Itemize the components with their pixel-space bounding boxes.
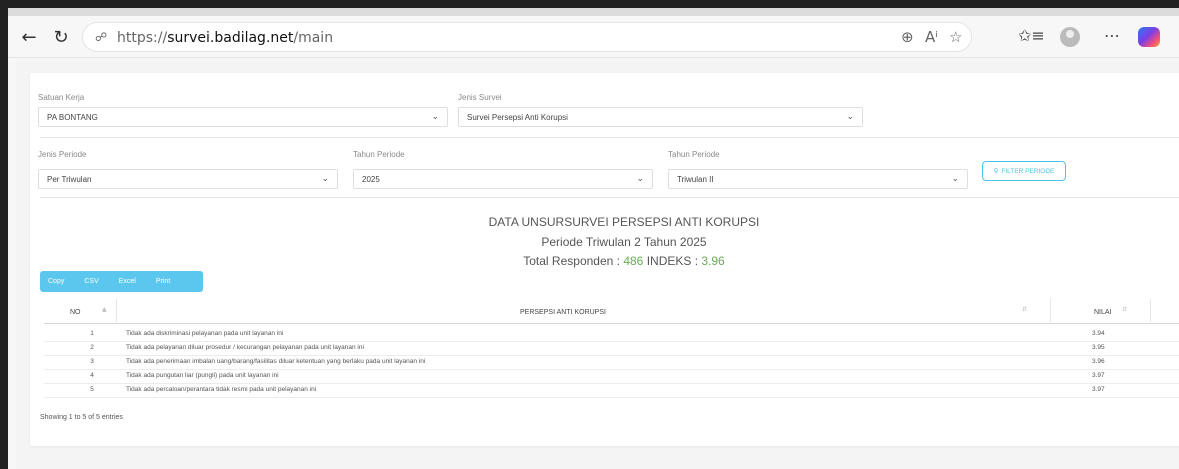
divider xyxy=(40,197,1179,198)
report-subtitle: Periode Triwulan 2 Tahun 2025 xyxy=(541,235,707,249)
indeks-label: INDEKS : xyxy=(643,254,702,268)
row-divider xyxy=(44,369,1179,370)
row-nilai: 3.97 xyxy=(1092,372,1105,379)
column-header-no[interactable]: NO xyxy=(70,309,81,331)
copilot-icon[interactable] xyxy=(1138,27,1160,47)
chevron-down-icon: ⌄ xyxy=(431,112,439,122)
report-summary: Total Responden : 486 INDEKS : 3.96 xyxy=(30,254,1179,268)
jenis-periode-value: Per Triwulan xyxy=(47,175,92,184)
row-text: Tidak ada pungutan liar (pungli) pada un… xyxy=(126,372,279,379)
tahun-periode-value: 2025 xyxy=(362,175,380,184)
divider xyxy=(40,137,1179,138)
table-row: 1 Tidak ada diskriminasi pelayanan pada … xyxy=(44,330,1179,341)
excel-button[interactable]: Excel xyxy=(119,278,136,285)
tahun-periode-select[interactable]: 2025 ⌄ xyxy=(353,169,653,189)
periode-value: Triwulan II xyxy=(677,175,714,184)
export-button-group: Copy CSV Excel Print xyxy=(40,271,203,292)
back-arrow-icon[interactable]: ← xyxy=(18,26,40,48)
sort-icon: ⇵ xyxy=(1122,306,1128,313)
row-no: 3 xyxy=(90,358,94,365)
print-button[interactable]: Print xyxy=(156,278,170,285)
table-row: 2 Tidak ada pelayanan diluar prosedur / … xyxy=(44,344,1179,355)
jenis-survei-value: Survei Persepsi Anti Korupsi xyxy=(467,113,568,122)
row-divider xyxy=(44,341,1179,342)
row-nilai: 3.94 xyxy=(1092,330,1105,337)
report-title: DATA UNSURSURVEI PERSEPSI ANTI KORUPSI xyxy=(488,215,760,229)
jenis-survei-select[interactable]: Survei Persepsi Anti Korupsi ⌄ xyxy=(458,107,863,127)
refresh-icon[interactable]: ↻ xyxy=(50,26,72,48)
profile-avatar-icon[interactable] xyxy=(1060,27,1080,47)
row-no: 4 xyxy=(90,372,94,379)
sort-asc-icon: ▲ xyxy=(102,306,107,313)
chevron-down-icon: ⌄ xyxy=(321,174,329,184)
satuan-kerja-label: Satuan Kerja xyxy=(38,93,85,102)
row-text: Tidak ada diskriminasi pelayanan pada un… xyxy=(126,330,284,337)
row-nilai: 3.97 xyxy=(1092,386,1105,393)
jenis-survei-label: Jenis Survei xyxy=(458,93,502,102)
tab-strip xyxy=(8,8,1179,16)
row-divider xyxy=(44,355,1179,356)
survey-card: Satuan Kerja PA BONTANG ⌄ Jenis Survei S… xyxy=(30,73,1179,446)
column-separator xyxy=(1050,299,1051,322)
favorite-star-icon[interactable]: ☆ xyxy=(949,28,962,46)
row-no: 2 xyxy=(90,344,94,351)
row-text: Tidak ada percaloan/perantara tidak resm… xyxy=(126,386,317,393)
row-nilai: 3.96 xyxy=(1092,358,1105,365)
address-bar[interactable]: ☍ https://survei.badilag.net/main ⊕ Aⁱ ☆ xyxy=(82,22,972,52)
column-header-persepsi[interactable]: PERSEPSI ANTI KORUPSI xyxy=(520,309,606,331)
periode-label: Tahun Periode xyxy=(668,150,720,159)
page-info-icon[interactable]: ☍ xyxy=(95,30,109,44)
copy-button[interactable]: Copy xyxy=(48,278,64,285)
url-text[interactable]: https://survei.badilag.net/main xyxy=(117,30,333,46)
table-row: 5 Tidak ada percaloan/perantara tidak re… xyxy=(44,386,1179,397)
column-separator xyxy=(1150,299,1151,322)
row-text: Tidak ada penerimaan imbalan uang/barang… xyxy=(126,358,426,365)
more-options-icon[interactable]: ⋯ xyxy=(1104,26,1120,45)
satuan-kerja-select[interactable]: PA BONTANG ⌄ xyxy=(38,107,448,127)
url-domain: survei.badilag.net xyxy=(167,30,294,46)
satuan-kerja-value: PA BONTANG xyxy=(47,113,98,122)
tahun-periode-label: Tahun Periode xyxy=(353,150,405,159)
browser-window: ← ↻ ☍ https://survei.badilag.net/main ⊕ … xyxy=(0,0,1179,469)
table-header-line xyxy=(44,323,1179,324)
search-icon: ⚲ xyxy=(993,168,999,175)
row-no: 5 xyxy=(90,386,94,393)
filter-periode-button[interactable]: ⚲ FILTER PERIODE xyxy=(982,161,1066,181)
row-divider xyxy=(44,397,1179,398)
chevron-down-icon: ⌄ xyxy=(951,174,959,184)
chevron-down-icon: ⌄ xyxy=(846,112,854,122)
chevron-down-icon: ⌄ xyxy=(636,174,644,184)
table-info: Showing 1 to 5 of 5 entries xyxy=(40,414,123,421)
indeks-value: 3.96 xyxy=(701,254,725,268)
table-row: 3 Tidak ada penerimaan imbalan uang/bara… xyxy=(44,358,1179,369)
row-text: Tidak ada pelayanan diluar prosedur / ke… xyxy=(126,344,364,351)
read-aloud-icon[interactable]: Aⁱ xyxy=(925,28,938,46)
page-body: Satuan Kerja PA BONTANG ⌄ Jenis Survei S… xyxy=(16,59,1179,469)
zoom-icon[interactable]: ⊕ xyxy=(901,28,914,46)
browser-toolbar: ← ↻ ☍ https://survei.badilag.net/main ⊕ … xyxy=(8,16,1179,58)
csv-button[interactable]: CSV xyxy=(84,278,98,285)
favorites-icon[interactable]: ✩≡ xyxy=(1018,26,1045,45)
jenis-periode-label: Jenis Periode xyxy=(38,150,87,159)
row-divider xyxy=(44,383,1179,384)
responden-value: 486 xyxy=(623,254,644,268)
jenis-periode-select[interactable]: Per Triwulan ⌄ xyxy=(38,169,338,189)
responden-label: Total Responden : xyxy=(523,254,624,268)
row-no: 1 xyxy=(90,330,94,337)
column-header-nilai[interactable]: NILAI xyxy=(1094,309,1112,331)
periode-select[interactable]: Triwulan II ⌄ xyxy=(668,169,968,189)
sort-icon: ⇵ xyxy=(1022,306,1028,313)
filter-periode-label: FILTER PERIODE xyxy=(1001,167,1055,175)
column-separator xyxy=(116,299,117,322)
table-row: 4 Tidak ada pungutan liar (pungli) pada … xyxy=(44,372,1179,383)
row-nilai: 3.95 xyxy=(1092,344,1105,351)
